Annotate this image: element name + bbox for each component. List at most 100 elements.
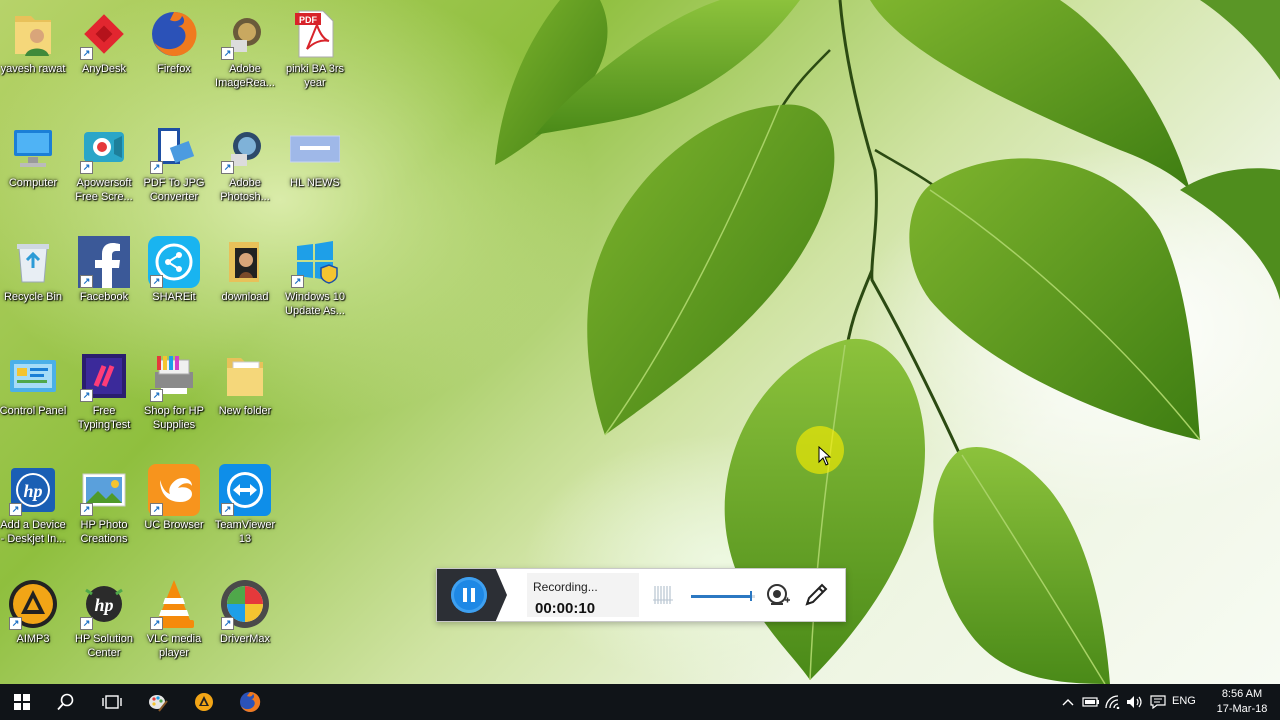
desktop-icon-label: HP Photo Creations (80, 519, 128, 545)
desktop-icon-firefox[interactable]: Firefox (139, 8, 209, 76)
shortcut-arrow-icon: ↗ (80, 617, 93, 630)
desktop-icon-label: Shop for HP Supplies (144, 405, 204, 431)
pause-button[interactable] (451, 577, 487, 613)
pen-icon (805, 583, 828, 606)
show-hidden-icons-button[interactable] (1058, 692, 1078, 712)
desktop-icon-label: Windows 10 Update As... (285, 291, 345, 317)
desktop-icon-shareit[interactable]: ↗ SHAREit (139, 236, 209, 304)
desktop-icon-pdf-to-jpg[interactable]: ↗ PDF To JPG Converter (139, 122, 209, 204)
anydesk-icon: ↗ (78, 8, 130, 60)
desktop-icon-facebook[interactable]: ↗ Facebook (69, 236, 139, 304)
taskbar-clock[interactable]: 8:56 AM 17-Mar-18 (1206, 687, 1278, 717)
desktop-icon-adobe-photoshop[interactable]: ↗ Adobe Photosh... (210, 122, 280, 204)
desktop-icon-computer[interactable]: Computer (0, 122, 68, 190)
battery-button[interactable] (1081, 692, 1101, 712)
desktop-icon-windows-update[interactable]: ↗ Windows 10 Update As... (280, 236, 350, 318)
desktop-icon-label: download (221, 291, 269, 303)
desktop-icon-download[interactable]: download (210, 236, 280, 304)
search-button[interactable] (44, 684, 88, 720)
windows-update-icon: ↗ (289, 236, 341, 288)
taskbar: ENG 8:56 AM 17-Mar-18 (0, 684, 1280, 720)
annotate-pen-button[interactable] (803, 582, 829, 608)
pdf-file-icon: PDF (289, 8, 341, 60)
recording-status-box: Recording... 00:00:10 (527, 573, 639, 617)
webcam-button[interactable] (765, 582, 791, 608)
desktop-icon-label: Firefox (157, 63, 191, 75)
volume-slider-thumb[interactable] (750, 591, 752, 601)
desktop-icon-hp-solution-center[interactable]: hp ↗ HP Solution Center (69, 578, 139, 660)
desktop-icon-anydesk[interactable]: ↗ AnyDesk (69, 8, 139, 76)
shortcut-arrow-icon: ↗ (9, 617, 22, 630)
shortcut-arrow-icon: ↗ (221, 617, 234, 630)
desktop[interactable]: yavesh rawat ↗ AnyDesk Firefox ↗ Adobe I… (0, 0, 1280, 684)
shortcut-arrow-icon: ↗ (150, 503, 163, 516)
desktop-icon-free-typing-test[interactable]: ↗ Free TypingTest (69, 350, 139, 432)
desktop-icon-hp-photo-creations[interactable]: ↗ HP Photo Creations (69, 464, 139, 546)
folder-icon (219, 350, 271, 402)
recycle-bin-icon (7, 236, 59, 288)
desktop-icon-label: AIMP3 (16, 633, 50, 645)
volume-slider[interactable] (691, 591, 755, 601)
taskbar-aimp-app[interactable] (182, 684, 226, 720)
paint-icon (149, 695, 168, 712)
desktop-icon-label: TeamViewer 13 (214, 519, 276, 545)
desktop-icon-teamviewer[interactable]: ↗ TeamViewer 13 (210, 464, 280, 546)
teamviewer-icon: ↗ (219, 464, 271, 516)
desktop-icon-new-folder[interactable]: New folder (210, 350, 280, 418)
desktop-icon-label: New folder (218, 405, 272, 417)
svg-text:hp: hp (23, 481, 42, 501)
battery-icon (1082, 697, 1099, 707)
action-center-button[interactable] (1148, 692, 1168, 712)
shortcut-arrow-icon: ↗ (150, 389, 163, 402)
shortcut-arrow-icon: ↗ (80, 389, 93, 402)
desktop-icon-uc-browser[interactable]: ↗ UC Browser (139, 464, 209, 532)
desktop-icon-label: Add a Device - Deskjet In... (0, 519, 66, 545)
task-view-icon (102, 695, 122, 709)
desktop-icon-label: UC Browser (144, 519, 204, 531)
desktop-icon-add-device[interactable]: hp ↗ Add a Device - Deskjet In... (0, 464, 68, 546)
desktop-icon-drivermax[interactable]: ↗ DriverMax (210, 578, 280, 646)
facebook-icon: ↗ (78, 236, 130, 288)
desktop-icon-control-panel[interactable]: Control Panel (0, 350, 68, 418)
start-icon (14, 694, 30, 710)
computer-icon (7, 122, 59, 174)
desktop-icon-vlc[interactable]: ↗ VLC media player (139, 578, 209, 660)
hp-photo-icon: ↗ (78, 464, 130, 516)
desktop-icon-label: SHAREit (152, 291, 196, 303)
desktop-icon-apowersoft[interactable]: ↗ Apowersoft Free Scre... (69, 122, 139, 204)
desktop-icon-label: Adobe Photosh... (220, 177, 270, 203)
firefox-icon (148, 8, 200, 60)
desktop-icon-shop-hp-supplies[interactable]: ↗ Shop for HP Supplies (139, 350, 209, 432)
desktop-icon-label: AnyDesk (81, 63, 127, 75)
recording-toolbar[interactable]: Recording... 00:00:10 (436, 568, 846, 622)
wifi-button[interactable] (1104, 692, 1124, 712)
svg-text:hp: hp (94, 595, 113, 615)
desktop-icon-label: DriverMax (219, 633, 271, 645)
chevron-up-icon (1062, 699, 1074, 706)
taskbar-paint-app[interactable] (136, 684, 180, 720)
user-folder-icon (7, 8, 59, 60)
desktop-icon-adobe-imageready[interactable]: ↗ Adobe ImageRea... (210, 8, 280, 90)
taskbar-firefox-app[interactable] (228, 684, 272, 720)
input-language-indicator[interactable]: ENG (1172, 695, 1196, 707)
desktop-icon-grid: yavesh rawat ↗ AnyDesk Firefox ↗ Adobe I… (0, 0, 360, 684)
desktop-icon-label: Apowersoft Free Scre... (75, 177, 133, 203)
start-button[interactable] (0, 684, 44, 720)
desktop-icon-aimp3[interactable]: ↗ AIMP3 (0, 578, 68, 646)
adobe-photoshop-icon: ↗ (219, 122, 271, 174)
mouse-pointer-icon (818, 446, 832, 466)
desktop-icon-label: Free TypingTest (77, 405, 131, 431)
desktop-icon-hl-news[interactable]: HL NEWS (280, 122, 350, 190)
volume-button[interactable] (1125, 692, 1145, 712)
desktop-icon-recycle-bin[interactable]: Recycle Bin (0, 236, 68, 304)
volume-slider-fill (691, 595, 750, 598)
shortcut-arrow-icon: ↗ (150, 617, 163, 630)
clock-date: 17-Mar-18 (1216, 703, 1268, 715)
shortcut-arrow-icon: ↗ (291, 275, 304, 288)
desktop-icon-pinki-pdf[interactable]: PDF pinki BA 3rs year (280, 8, 350, 90)
shortcut-arrow-icon: ↗ (9, 503, 22, 516)
task-view-button[interactable] (90, 684, 134, 720)
desktop-icon-yavesh-rawat[interactable]: yavesh rawat (0, 8, 68, 76)
hp-solution-icon: hp ↗ (78, 578, 130, 630)
desktop-icon-label: Recycle Bin (3, 291, 63, 303)
